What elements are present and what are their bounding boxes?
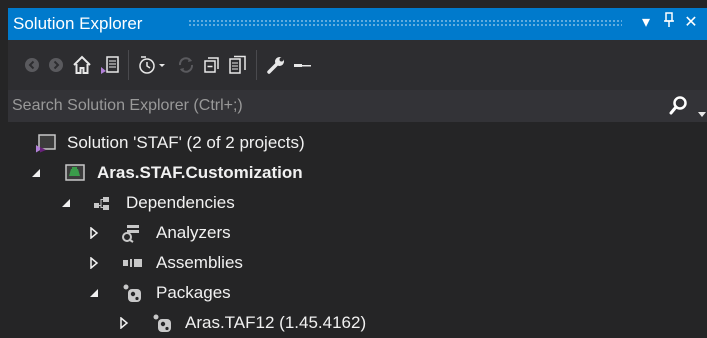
search-icon[interactable]: [668, 95, 688, 122]
pin-icon[interactable]: [658, 12, 680, 33]
tree-item-dependencies[interactable]: Dependencies: [8, 188, 707, 218]
assemblies-icon: [121, 253, 143, 273]
tree-item-label: Analyzers: [156, 223, 231, 242]
toolbar-separator: [128, 50, 129, 80]
collapse-arrow-icon[interactable]: [28, 158, 44, 188]
collapse-arrow-icon[interactable]: [86, 278, 102, 308]
properties-icon[interactable]: [264, 52, 288, 78]
expand-arrow-icon[interactable]: [86, 248, 102, 278]
close-icon[interactable]: ✕: [680, 12, 702, 32]
home-icon[interactable]: [70, 52, 94, 78]
csharp-project-icon: [64, 163, 86, 183]
analyzers-icon: [121, 223, 143, 243]
tree-item-solution[interactable]: Solution 'STAF' (2 of 2 projects): [8, 128, 707, 158]
dependencies-icon: [91, 193, 113, 213]
window-title: Solution Explorer: [13, 14, 143, 33]
sync-icon[interactable]: [174, 52, 198, 78]
tree-item-label: Packages: [156, 283, 231, 302]
search-box: [8, 90, 707, 122]
search-options-dropdown-icon[interactable]: [698, 103, 706, 123]
title-bar: Solution Explorer ▾ ✕: [8, 8, 707, 40]
collapse-all-icon[interactable]: [200, 52, 224, 78]
tree-item-packages[interactable]: Packages: [8, 278, 707, 308]
toolbar: [8, 40, 707, 90]
forward-icon[interactable]: [44, 52, 68, 78]
toolbar-separator: [256, 50, 257, 80]
window-position-dropdown-icon[interactable]: ▾: [635, 12, 657, 32]
tree-item-label: Aras.TAF12 (1.45.4162): [185, 313, 367, 332]
tree-item-analyzers[interactable]: Analyzers: [8, 218, 707, 248]
pending-changes-filter-icon[interactable]: [136, 52, 170, 78]
solution-icon: [35, 133, 57, 153]
expand-arrow-icon[interactable]: [86, 218, 102, 248]
search-input[interactable]: [12, 93, 652, 119]
show-all-files-icon[interactable]: [226, 52, 250, 78]
tree-item-project[interactable]: Aras.STAF.Customization: [8, 158, 707, 188]
tree-item-label: Aras.STAF.Customization: [97, 163, 303, 182]
nuget-package-icon: [121, 283, 143, 303]
back-icon[interactable]: [20, 52, 44, 78]
preview-icon[interactable]: [290, 52, 314, 78]
tree-item-assemblies[interactable]: Assemblies: [8, 248, 707, 278]
tree-item-label: Dependencies: [126, 193, 235, 212]
switch-views-icon[interactable]: [98, 52, 122, 78]
tree-item-label: Solution 'STAF' (2 of 2 projects): [67, 133, 305, 152]
nuget-package-icon: [151, 313, 173, 333]
collapse-arrow-icon[interactable]: [58, 188, 74, 218]
solution-tree: Solution 'STAF' (2 of 2 projects) Aras.S…: [8, 122, 707, 334]
tree-item-label: Assemblies: [156, 253, 243, 272]
title-drag-grip[interactable]: [188, 19, 622, 28]
